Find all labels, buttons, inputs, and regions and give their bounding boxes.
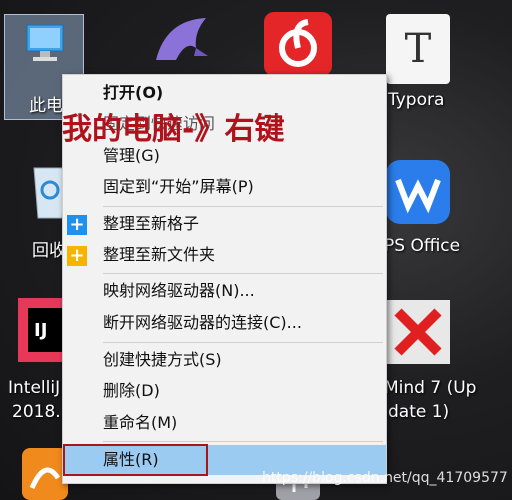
menu-item-label: 整理至新文件夹	[103, 245, 216, 264]
dolphin-app-icon[interactable]	[146, 10, 218, 74]
menu-item-label: 映射网络驱动器(N)...	[103, 281, 255, 300]
menu-item-rename[interactable]: 重命名(M)	[63, 408, 386, 438]
annotation-text: 我的电脑-》右键	[62, 112, 285, 147]
menu-item-new-folder[interactable]: + 整理至新文件夹	[63, 240, 386, 270]
this-pc-label: 此电	[29, 96, 63, 116]
wps-office-icon	[386, 160, 450, 224]
menu-item-label: 整理至新格子	[103, 214, 200, 233]
menu-item-disconnect-drive[interactable]: 断开网络驱动器的连接(C)...	[63, 308, 386, 338]
menu-separator	[103, 342, 383, 343]
typora-icon: T	[386, 14, 450, 84]
menu-separator	[103, 441, 383, 442]
xmind-label: Mind 7 (Up	[384, 378, 477, 398]
plus-yellow-icon: +	[67, 246, 87, 266]
properties-highlight-box	[63, 444, 208, 476]
watermark: https://blog.csdn.net/qq_41709577	[262, 470, 508, 486]
menu-separator	[103, 273, 383, 274]
menu-item-create-shortcut[interactable]: 创建快捷方式(S)	[63, 345, 386, 375]
xmind-icon	[386, 300, 450, 364]
menu-item-map-drive[interactable]: 映射网络驱动器(N)...	[63, 276, 386, 306]
this-pc-icon	[26, 24, 64, 61]
netease-music-icon[interactable]	[262, 12, 334, 76]
menu-item-pin-start[interactable]: 固定到“开始”屏幕(P)	[63, 172, 386, 202]
menu-item-label: 重命名(M)	[103, 413, 178, 432]
menu-item-label: 创建快捷方式(S)	[103, 350, 222, 369]
typora-label: Typora	[388, 90, 445, 110]
menu-item-new-grid[interactable]: + 整理至新格子	[63, 209, 386, 239]
menu-separator	[103, 206, 383, 207]
intellij-label: IntelliJ	[8, 378, 61, 398]
menu-item-label: 断开网络驱动器的连接(C)...	[103, 313, 302, 332]
wps-office-label: PS Office	[384, 236, 461, 256]
xmind-version: date 1)	[388, 402, 450, 422]
menu-item-label: 删除(D)	[103, 381, 160, 400]
svg-text:IJ: IJ	[34, 320, 47, 341]
menu-item-label: 固定到“开始”屏幕(P)	[103, 177, 254, 196]
recycle-bin-label: 回收	[32, 241, 66, 261]
intellij-version: 2018.	[12, 402, 61, 422]
menu-item-delete[interactable]: 删除(D)	[63, 376, 386, 406]
plus-blue-icon: +	[67, 215, 87, 235]
